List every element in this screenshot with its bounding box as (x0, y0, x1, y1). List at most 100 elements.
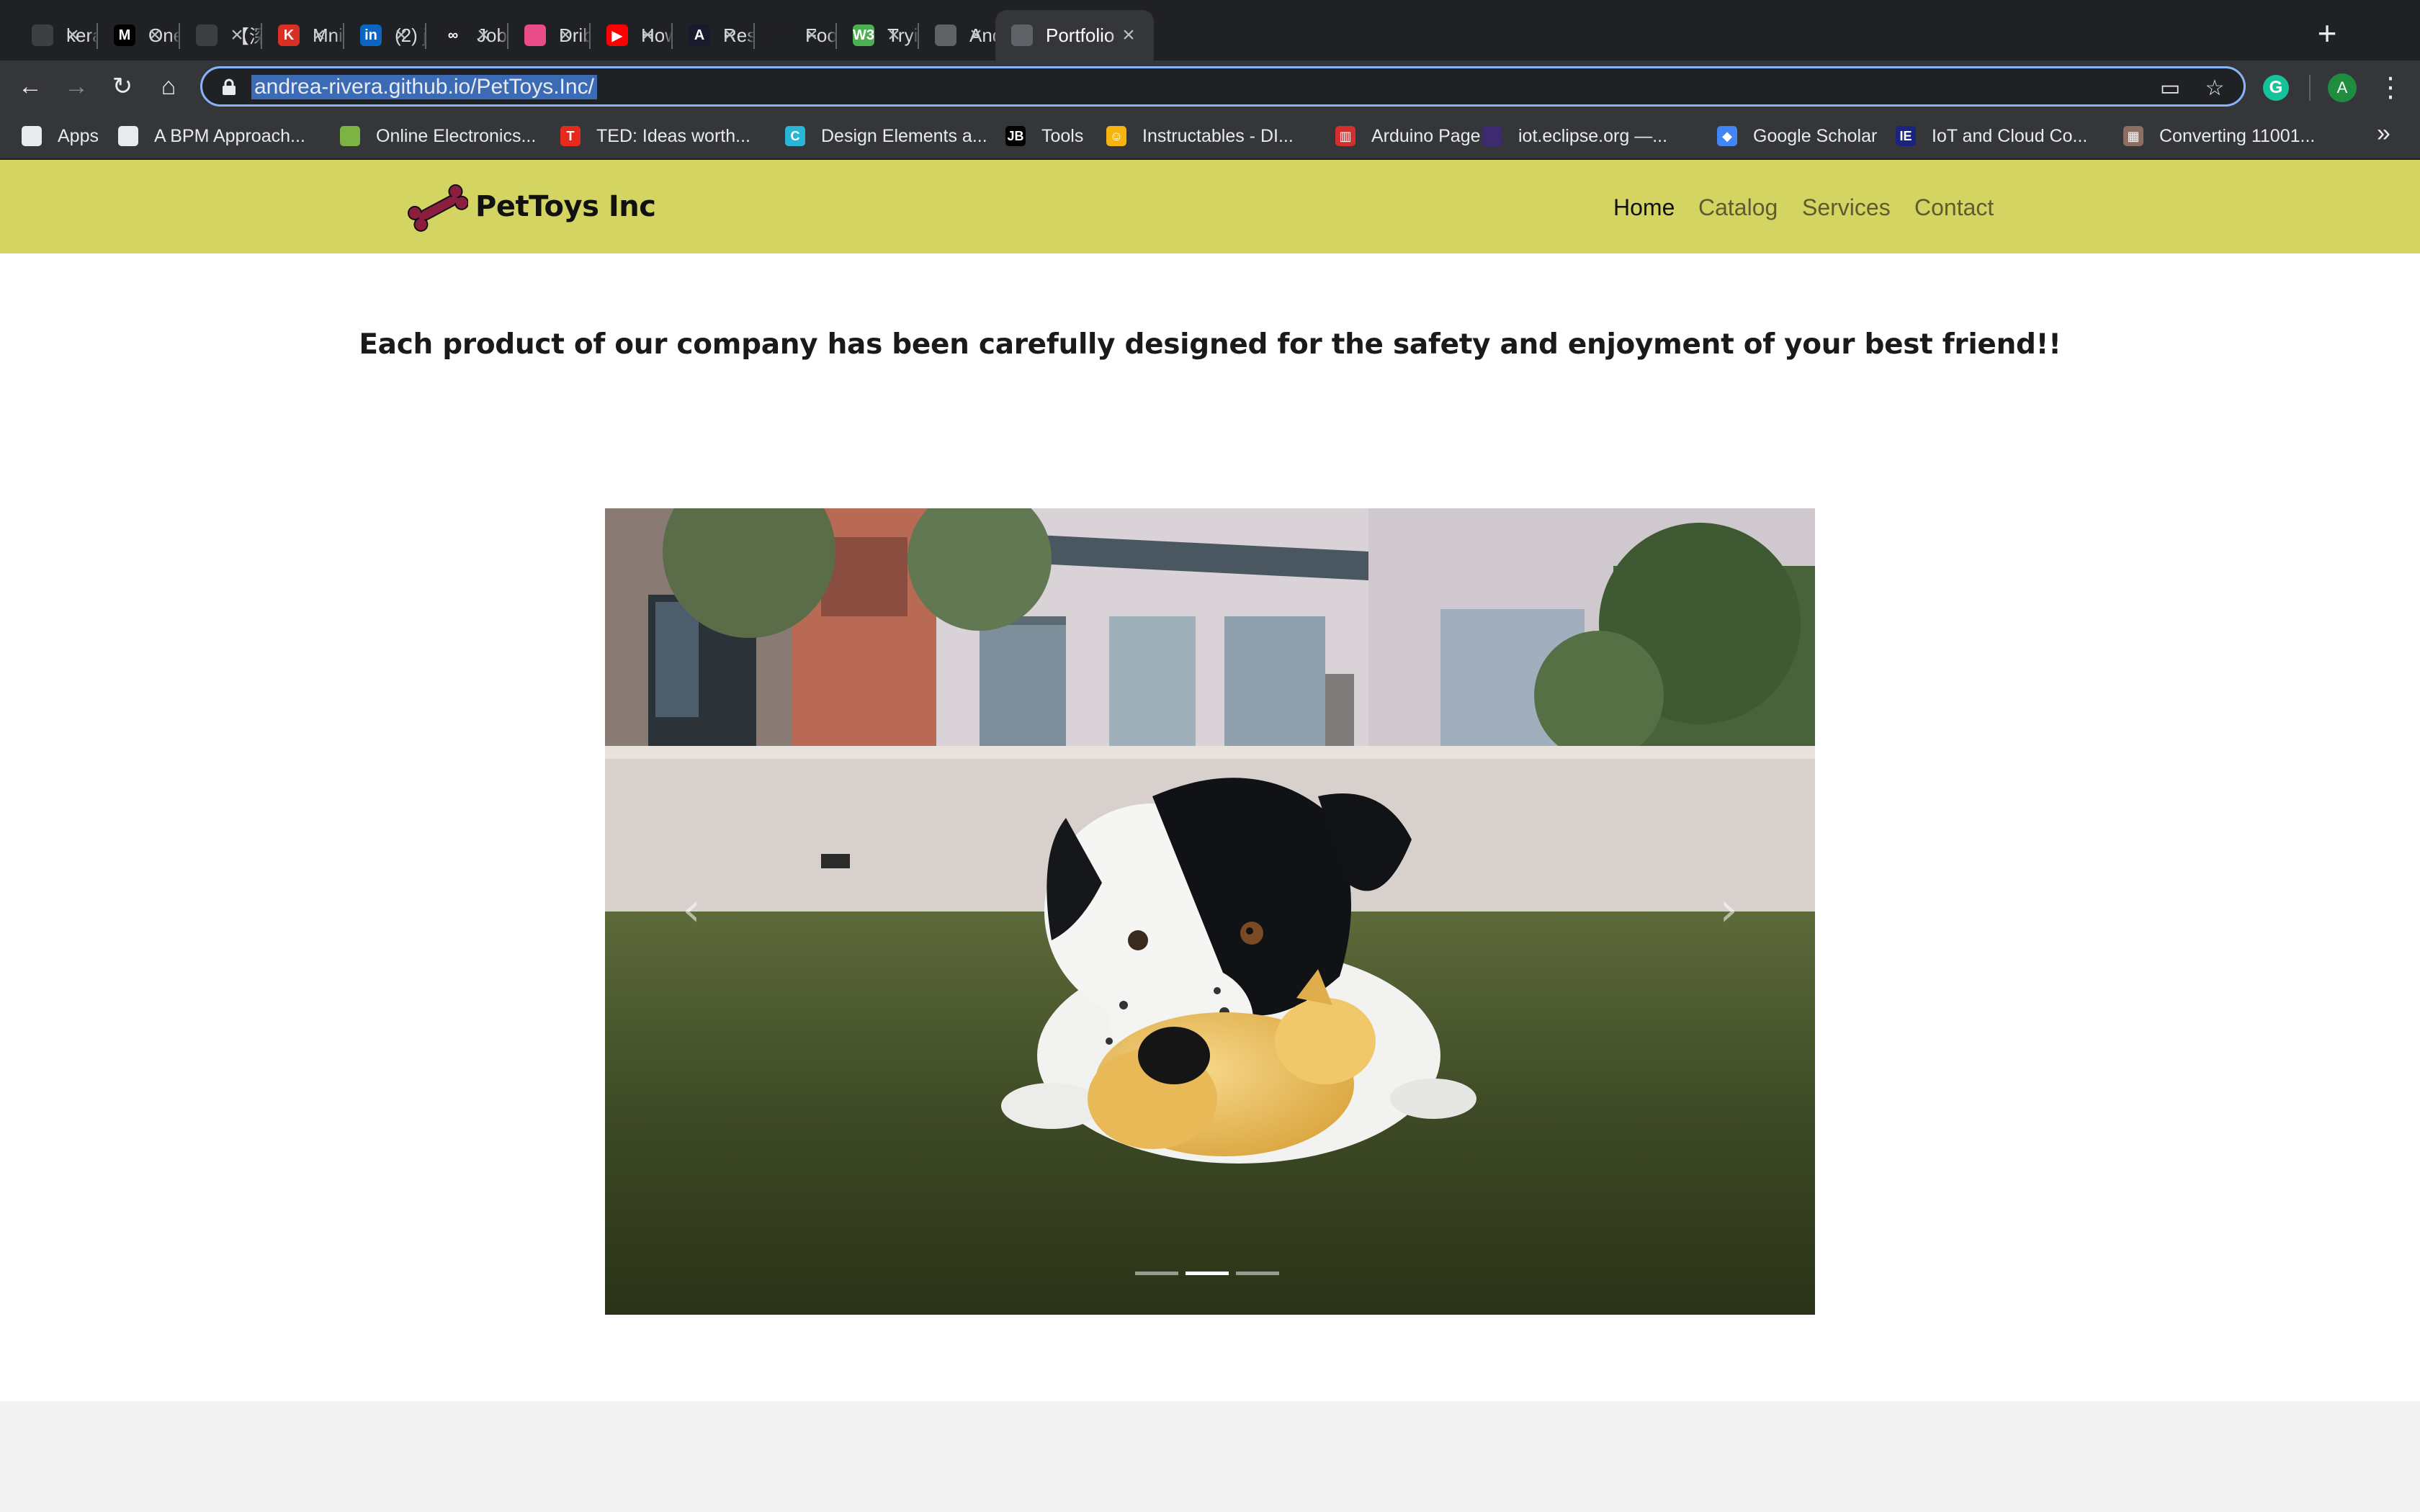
jetbrains-icon: JB (1005, 126, 1026, 146)
site-navbar: PetToys Inc Home Catalog Services Contac… (0, 160, 2420, 253)
image-carousel: ‹ › (605, 508, 1815, 1315)
bookmark-item[interactable]: T TED: Ideas worth... (560, 112, 750, 160)
forward-arrow-icon[interactable]: → (62, 72, 91, 101)
globe-icon (1011, 24, 1033, 46)
browser-tab[interactable]: Dribbble -× (508, 10, 591, 60)
bookmark-item[interactable]: ▦ Converting 11001... (2123, 112, 2315, 160)
browser-tab[interactable]: 【深度神经× (180, 10, 262, 60)
browser-tab[interactable]: Footer De× (755, 10, 837, 60)
ted-icon: T (560, 126, 581, 146)
scholar-icon: ◆ (1717, 126, 1737, 146)
eclipse-icon (1482, 126, 1502, 146)
bookmark-item[interactable]: IE IoT and Cloud Co... (1896, 112, 2087, 160)
browser-tab[interactable]: in(2) jumbo× (344, 10, 426, 60)
close-tab-icon[interactable]: × (555, 24, 576, 46)
carousel-indicator[interactable] (1135, 1272, 1178, 1275)
bookmark-item[interactable]: Online Electronics... (340, 112, 536, 160)
angular-icon: A (689, 24, 710, 46)
close-tab-icon[interactable]: × (226, 24, 248, 46)
bookmark-item[interactable]: Apps (22, 112, 99, 160)
arduino-icon: ▥ (1335, 126, 1355, 146)
calculator-icon: ▦ (2123, 126, 2143, 146)
close-tab-icon[interactable]: × (883, 24, 905, 46)
instructables-icon: ☺ (1106, 126, 1126, 146)
bookmark-star-icon[interactable]: ☆ (2202, 76, 2228, 102)
bookmark-item[interactable]: ◆ Google Scholar (1717, 112, 1877, 160)
close-tab-icon[interactable]: × (1118, 24, 1139, 46)
toolbar-divider (2309, 75, 2311, 101)
carousel-indicator[interactable] (1236, 1272, 1279, 1275)
url-text[interactable]: andrea-rivera.github.io/PetToys.Inc/ (251, 75, 597, 99)
profile-avatar[interactable]: A (2328, 73, 2357, 102)
youtube-icon: ▶ (606, 24, 628, 46)
grammarly-extension-icon[interactable]: G (2263, 75, 2289, 101)
bone-logo-icon[interactable] (408, 177, 468, 238)
c-icon: C (785, 126, 805, 146)
bookmark-label: Apps (58, 125, 99, 146)
bookmark-label: iot.eclipse.org —... (1518, 125, 1668, 146)
close-tab-icon[interactable]: × (719, 24, 740, 46)
browser-tab[interactable]: ▶How to Ho× (591, 10, 673, 60)
nav-link-catalog[interactable]: Catalog (1698, 194, 1778, 221)
infinity-icon: ∞ (442, 24, 464, 46)
browser-tab[interactable]: AResponsiv× (673, 10, 755, 60)
bookmark-item[interactable]: A BPM Approach... (118, 112, 305, 160)
close-tab-icon[interactable]: × (308, 24, 330, 46)
nav-link-services[interactable]: Services (1802, 194, 1891, 221)
carousel-indicators (1135, 1272, 1286, 1277)
close-tab-icon[interactable]: × (637, 24, 658, 46)
medium-icon: M (114, 24, 135, 46)
linkedin-icon: in (360, 24, 382, 46)
close-tab-icon[interactable]: × (472, 24, 494, 46)
home-icon[interactable]: ⌂ (154, 72, 183, 101)
nav-link-contact[interactable]: Contact (1914, 194, 1994, 221)
browser-tab[interactable]: W3Tryit Edito× (837, 10, 919, 60)
dog-with-toy-photo (605, 508, 1815, 1315)
bookmark-label: A BPM Approach... (154, 125, 305, 146)
close-tab-icon[interactable]: × (62, 24, 84, 46)
bookmark-item[interactable]: ▥ Arduino Page (1335, 112, 1481, 160)
browser-tab[interactable]: MOne Shot× (98, 10, 180, 60)
more-bookmarks-icon[interactable]: » (2377, 120, 2390, 148)
carousel-prev-icon[interactable]: ‹ (670, 881, 713, 939)
reload-icon[interactable]: ↻ (108, 72, 137, 101)
browser-tab[interactable]: Portfolio × (995, 10, 1154, 60)
new-tab-button[interactable]: + (2311, 17, 2344, 50)
bookmark-label: Online Electronics... (376, 125, 537, 146)
kaggle-icon: K (278, 24, 300, 46)
close-tab-icon[interactable]: × (801, 24, 823, 46)
bookmark-label: Converting 11001... (2159, 125, 2316, 146)
nav-link-home[interactable]: Home (1613, 194, 1675, 221)
carousel-next-icon[interactable]: › (1707, 881, 1750, 939)
browser-tab[interactable]: keras-one× (16, 10, 98, 60)
page-tagline: Each product of our company has been car… (359, 328, 2061, 361)
brand-name[interactable]: PetToys Inc (475, 190, 656, 223)
bookmark-item[interactable]: C Design Elements a... (785, 112, 987, 160)
bookmark-item[interactable]: JB Tools (1005, 112, 1083, 160)
browser-tab[interactable]: Andrea Ri× (919, 10, 1001, 60)
close-tab-icon[interactable]: × (390, 24, 412, 46)
page-footer (0, 1401, 2420, 1512)
lock-icon (223, 78, 236, 95)
bookmark-item[interactable]: ☺ Instructables - DI... (1106, 112, 1294, 160)
close-tab-icon[interactable]: × (965, 24, 987, 46)
ieee-icon: IE (1896, 126, 1916, 146)
address-bar[interactable]: andrea-rivera.github.io/PetToys.Inc/ ▭ ☆ (200, 66, 2246, 107)
bookmark-label: Arduino Page (1371, 125, 1481, 146)
back-arrow-icon[interactable]: ← (16, 72, 45, 101)
globe-icon (118, 126, 138, 146)
bookmark-label: Instructables - DI... (1142, 125, 1294, 146)
cast-icon[interactable]: ▭ (2157, 76, 2183, 102)
close-tab-icon[interactable]: × (144, 24, 166, 46)
site-icon (196, 24, 218, 46)
browser-tab[interactable]: KMnist sian× (262, 10, 344, 60)
blank-icon (771, 24, 792, 46)
bookmark-item[interactable]: iot.eclipse.org —... (1482, 112, 1667, 160)
globe-icon (935, 24, 956, 46)
carousel-indicator[interactable] (1186, 1272, 1229, 1275)
bookmark-label: Google Scholar (1753, 125, 1878, 146)
bookmark-label: Tools (1041, 125, 1084, 146)
browser-menu-icon[interactable]: ⋮ (2377, 72, 2404, 104)
browser-tab[interactable]: ∞Job Gradu× (426, 10, 508, 60)
github-icon (32, 24, 53, 46)
